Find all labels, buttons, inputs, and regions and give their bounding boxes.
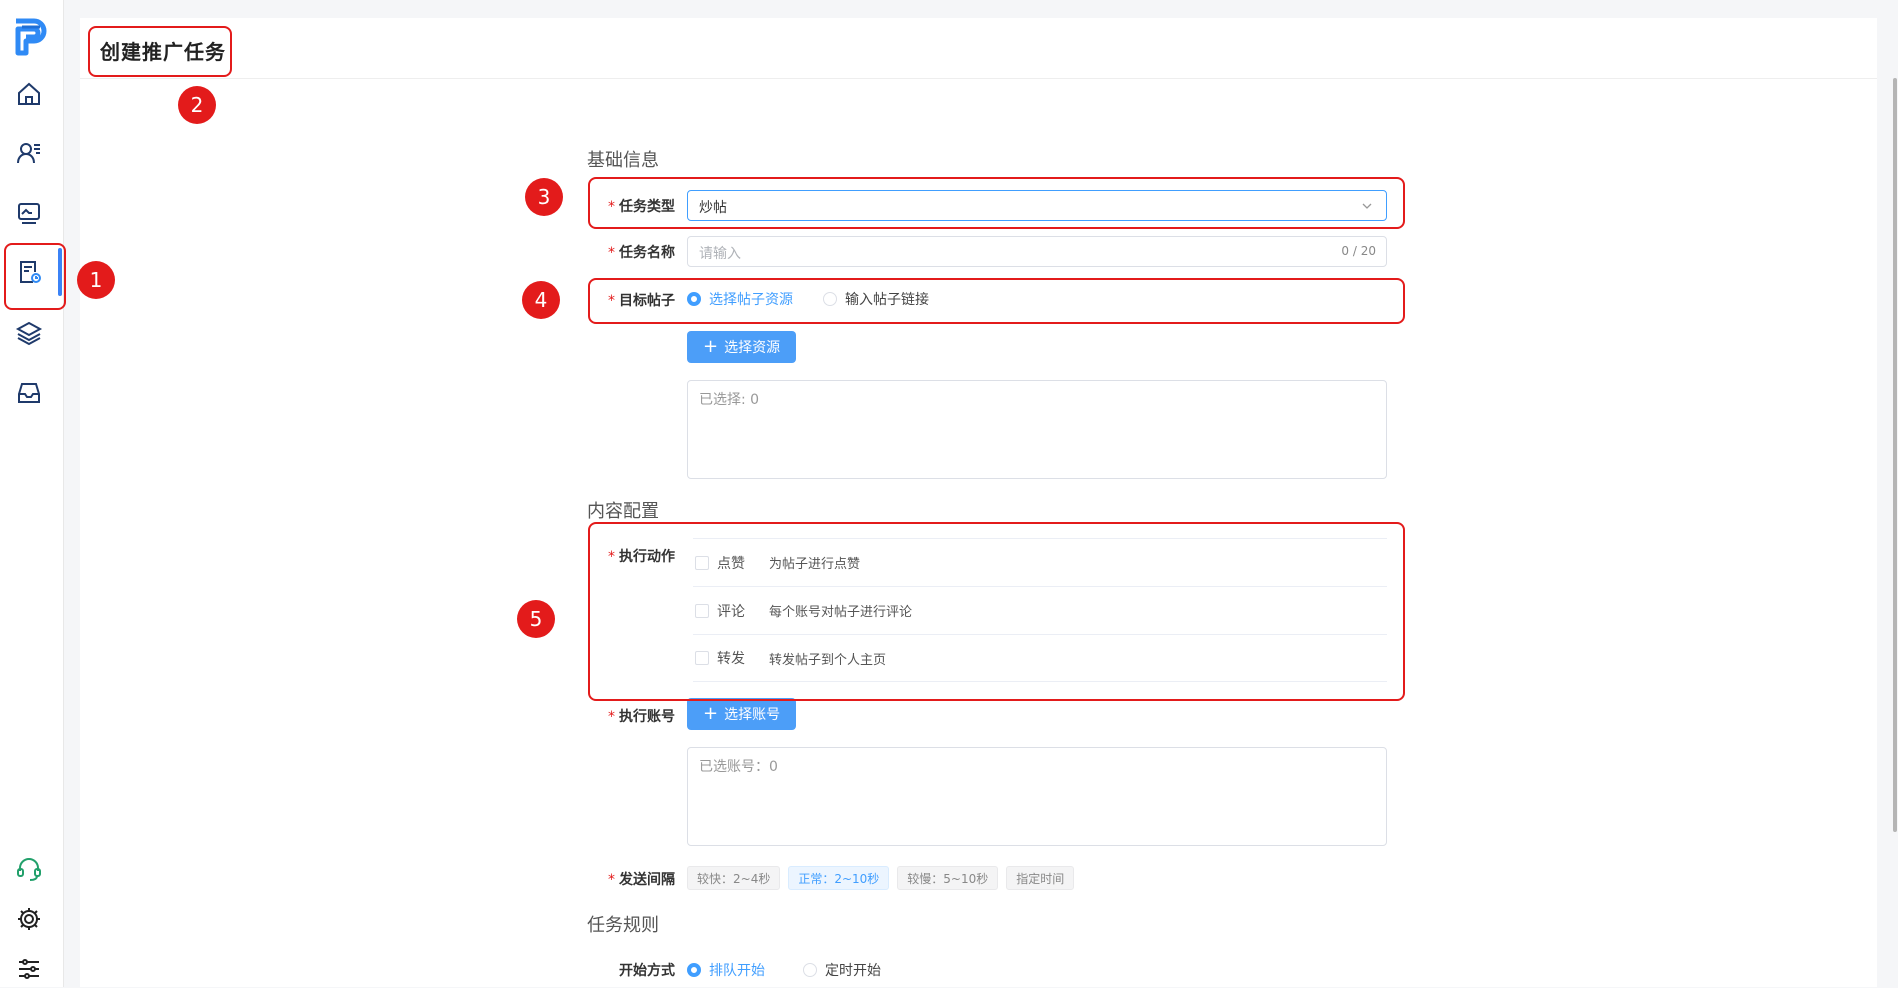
app-logo[interactable] [12,17,48,57]
sidebar-active-indicator [58,248,62,296]
annotation-badge-5: 5 [517,600,555,638]
sidebar-item-layers[interactable] [10,314,48,352]
section-content-config: 内容配置 [587,501,659,522]
radio-dot [687,292,701,306]
gear-icon [18,908,40,930]
section-basic-info: 基础信息 [587,150,659,171]
section-task-rules: 任务规则 [587,915,659,936]
action-row-like[interactable]: 点赞 为帖子进行点赞 [693,538,1387,586]
actions-label: * 执行动作 [608,549,675,565]
radio-scheduled-start[interactable]: 定时开始 [803,960,881,980]
chevron-down-icon [1362,203,1372,209]
sidebar [0,0,64,987]
page-header: 创建推广任务 [80,18,1877,79]
action-row-comment[interactable]: 评论 每个账号对帖子进行评论 [693,586,1387,634]
selected-resources-box: 已选择: 0 [687,380,1387,479]
annotation-badge-4: 4 [522,281,560,319]
sidebar-item-tasks[interactable] [10,253,48,291]
sliders-icon [19,959,39,979]
plus-icon: + [703,703,719,724]
radio-input-post-link[interactable]: 输入帖子链接 [823,289,929,309]
monitor-icon [18,203,40,224]
radio-dot [687,963,701,977]
sidebar-item-settings[interactable] [10,900,48,938]
task-type-label: * 任务类型 [608,199,675,215]
radio-select-post-resource[interactable]: 选择帖子资源 [687,289,793,309]
task-name-label: * 任务名称 [608,245,675,261]
sidebar-item-support[interactable] [10,849,48,887]
plus-icon: + [703,336,719,357]
action-row-repost[interactable]: 转发 转发帖子到个人主页 [693,634,1387,682]
user-list-icon [17,143,40,164]
start-mode-label: 开始方式 [619,963,675,979]
home-icon [18,82,40,105]
comment-checkbox[interactable] [695,603,709,618]
annotation-badge-3: 3 [525,178,563,216]
sidebar-item-inbox[interactable] [10,374,48,412]
repost-checkbox[interactable] [695,651,709,665]
headset-icon [17,858,41,881]
select-account-button[interactable]: + 选择账号 [687,698,797,730]
annotation-badge-1: 1 [77,261,115,299]
inbox-icon [18,383,40,403]
account-label: * 执行账号 [608,709,675,725]
task-type-select[interactable]: 炒帖 [687,190,1387,221]
task-name-placeholder: 请输入 [699,246,741,262]
page-title: 创建推广任务 [100,40,226,64]
radio-dot [803,963,817,977]
task-doc-icon [20,261,41,283]
task-type-value: 炒帖 [699,200,727,216]
annotation-badge-2: 2 [178,86,216,124]
target-post-radio-group: 选择帖子资源 输入帖子链接 [687,289,959,309]
layers-icon [15,321,43,346]
sidebar-item-users[interactable] [10,134,48,172]
interval-slow[interactable]: 较慢：5~10秒 [897,866,999,890]
sidebar-item-preferences[interactable] [10,950,48,988]
interval-options: 较快：2~4秒 正常：2~10秒 较慢：5~10秒 指定时间 [687,866,1082,890]
start-mode-radio-group: 排队开始 定时开始 [687,960,911,980]
interval-label: * 发送间隔 [608,872,675,888]
task-name-input[interactable]: 请输入 0 / 20 [687,236,1387,267]
interval-custom[interactable]: 指定时间 [1006,866,1075,890]
radio-dot [823,292,837,306]
interval-fast[interactable]: 较快：2~4秒 [687,866,781,890]
selected-accounts-box: 已选账号：0 [687,747,1387,846]
task-name-counter: 0 / 20 [1341,244,1376,258]
interval-normal[interactable]: 正常：2~10秒 [788,866,890,890]
select-resource-button[interactable]: + 选择资源 [687,331,797,363]
scrollbar[interactable] [1893,78,1897,832]
like-checkbox[interactable] [695,555,709,570]
target-post-label: * 目标帖子 [608,293,675,309]
sidebar-item-home[interactable] [10,75,48,113]
sidebar-item-monitor[interactable] [10,194,48,232]
radio-queue-start[interactable]: 排队开始 [687,960,765,980]
